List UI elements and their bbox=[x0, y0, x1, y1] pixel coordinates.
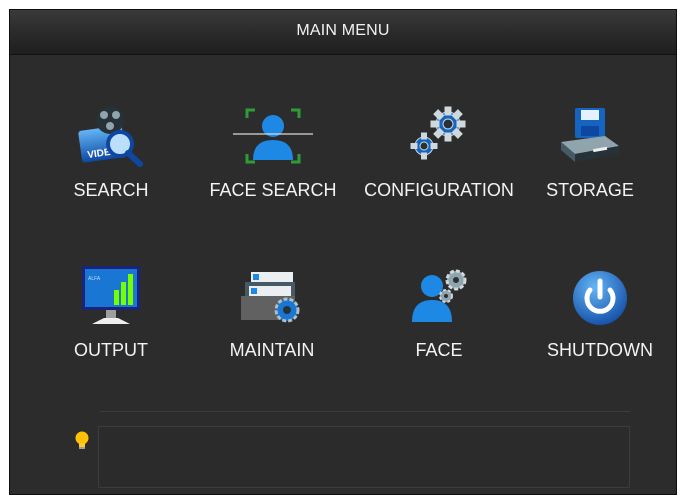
menu-item-face[interactable]: FACE bbox=[359, 264, 519, 374]
menu-item-shutdown[interactable]: SHUTDOWN bbox=[520, 264, 680, 374]
storage-drive-icon bbox=[550, 104, 630, 168]
menu-item-storage[interactable]: STORAGE bbox=[510, 104, 670, 214]
hint-divider bbox=[100, 411, 630, 412]
menu-item-label: SEARCH bbox=[73, 180, 149, 200]
menu-item-label: CONFIGURATION bbox=[364, 180, 514, 200]
menu-item-label: FACE SEARCH bbox=[209, 180, 337, 200]
menu-item-label: MAINTAIN bbox=[229, 340, 315, 360]
lightbulb-icon bbox=[73, 430, 91, 452]
title-bar: MAIN MENU bbox=[10, 10, 676, 55]
menu-item-face-search[interactable]: FACE SEARCH bbox=[193, 104, 353, 214]
menu-item-label: STORAGE bbox=[546, 180, 634, 200]
menu-item-maintain[interactable]: MAINTAIN bbox=[192, 264, 352, 374]
gears-icon bbox=[399, 104, 479, 168]
menu-item-configuration[interactable]: CONFIGURATION bbox=[359, 104, 519, 214]
menu-item-output[interactable]: ALFA OUTPUT bbox=[31, 264, 191, 374]
maintain-folder-gear-icon bbox=[232, 264, 312, 328]
menu-item-label: FACE bbox=[415, 340, 463, 360]
face-gear-icon bbox=[399, 264, 479, 328]
video-search-icon: VIDEO bbox=[71, 104, 151, 168]
main-menu-window: MAIN MENU VIDEO SEARCH FACE SEARCH CONFI… bbox=[9, 9, 677, 495]
monitor-icon: ALFA bbox=[71, 264, 151, 328]
hint-text-box bbox=[98, 426, 630, 488]
menu-item-search[interactable]: VIDEO SEARCH bbox=[31, 104, 191, 214]
window-title: MAIN MENU bbox=[296, 22, 390, 39]
svg-text:ALFA: ALFA bbox=[88, 276, 101, 282]
face-scan-icon bbox=[233, 104, 313, 168]
power-icon bbox=[560, 264, 640, 328]
menu-item-label: OUTPUT bbox=[74, 340, 148, 360]
menu-item-label: SHUTDOWN bbox=[547, 340, 653, 360]
